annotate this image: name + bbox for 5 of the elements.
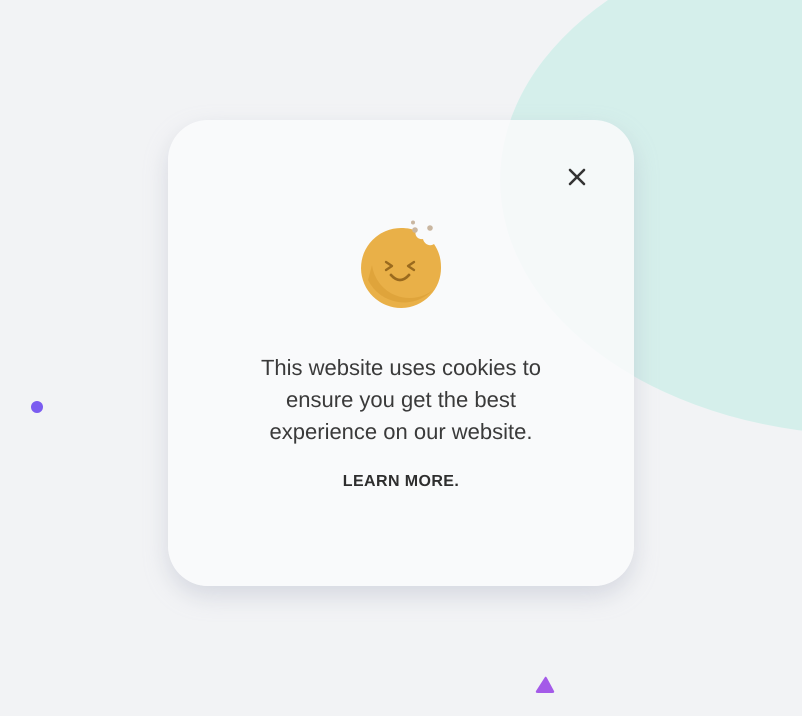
- triangle-icon: [535, 676, 555, 694]
- dot-icon: [31, 401, 43, 413]
- learn-more-link[interactable]: LEARN MORE.: [342, 470, 460, 494]
- cookie-icon: [358, 220, 444, 310]
- cookie-message: This website uses cookies to ensure you get the best experience on our website.: [260, 354, 542, 446]
